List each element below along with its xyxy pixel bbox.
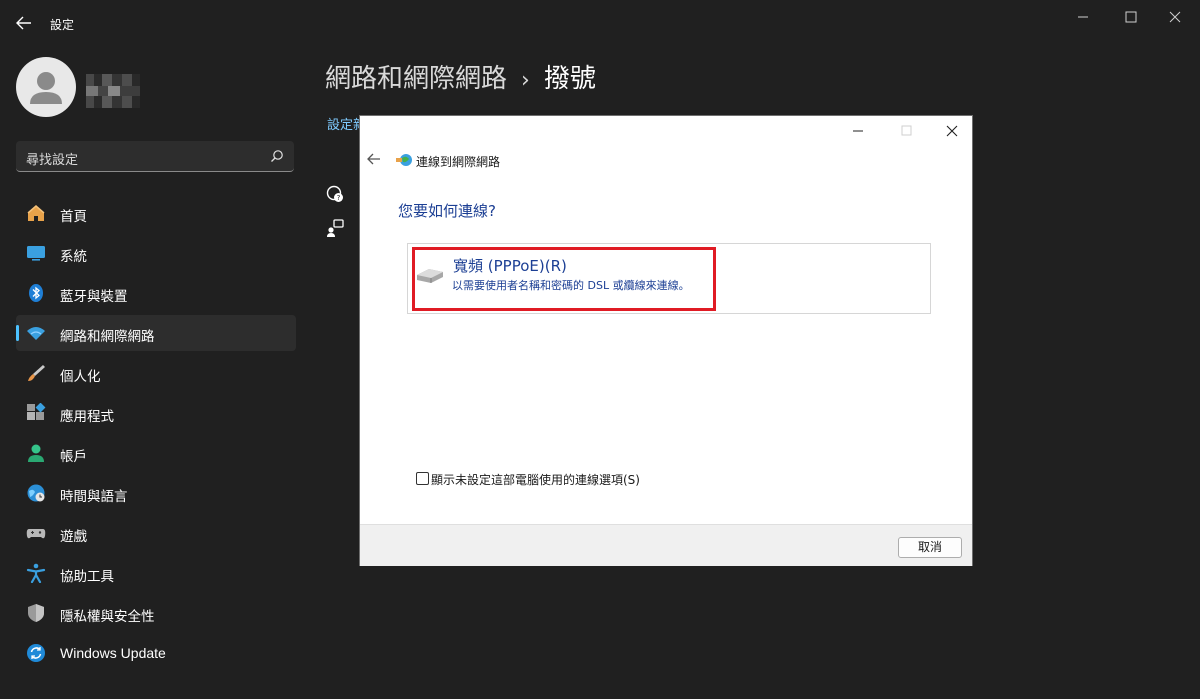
sidebar-item-privacy[interactable]: 隱私權與安全性 (16, 595, 296, 631)
svg-text:?: ? (337, 194, 341, 202)
pppoe-option-title[interactable]: 寬頻 (PPPoE)(R) (453, 255, 567, 276)
sidebar-item-label: 隱私權與安全性 (60, 609, 155, 625)
breadcrumb: 網路和網際網路 › 撥號 (325, 58, 596, 95)
dialog-title: 連線到網際網路 (416, 155, 501, 169)
sidebar-item-label: 網路和網際網路 (60, 329, 155, 345)
sidebar-item-label: 個人化 (60, 369, 101, 385)
page-title: 撥號 (543, 64, 596, 94)
search-input[interactable]: 尋找設定 (16, 141, 294, 172)
help-icon[interactable]: ? (325, 184, 345, 204)
sidebar-item-label: 遊戲 (60, 529, 87, 545)
maximize-icon[interactable] (1116, 6, 1146, 28)
account-icon (28, 444, 44, 462)
show-unconfigured-checkbox[interactable] (416, 472, 429, 485)
dialog-maximize-icon (901, 125, 912, 136)
back-arrow-icon[interactable] (14, 12, 34, 34)
home-icon (27, 205, 45, 221)
system-icon (27, 246, 45, 261)
sidebar-item-accounts[interactable]: 帳戶 (16, 435, 296, 471)
update-icon (27, 644, 45, 662)
sidebar-item-network[interactable]: 網路和網際網路 (16, 315, 296, 351)
minimize-icon[interactable] (1068, 6, 1098, 28)
dialog-minimize-icon[interactable] (848, 122, 868, 140)
accessibility-icon (26, 563, 46, 583)
sidebar-item-windows-update[interactable]: Windows Update (16, 635, 296, 671)
checkbox-label[interactable]: 顯示未設定這部電腦使用的連線選項(S) (431, 471, 640, 488)
app-title: 設定 (50, 18, 75, 32)
dialog-question: 您要如何連線? (398, 202, 496, 220)
sidebar-item-label: 系統 (60, 249, 87, 265)
gamepad-icon (26, 529, 46, 539)
sidebar-item-label: 應用程式 (60, 409, 114, 425)
user-avatar-icon (30, 72, 62, 104)
sidebar-item-label: 協助工具 (60, 569, 114, 585)
connect-dialog: 連線到網際網路 您要如何連線? 寬頻 (PPPoE)(R) 以需要使用者名稱和密… (359, 115, 973, 566)
apps-icon (27, 403, 46, 420)
sidebar-item-gaming[interactable]: 遊戲 (16, 515, 296, 551)
sidebar-item-home[interactable]: 首頁 (16, 195, 296, 231)
search-placeholder: 尋找設定 (26, 153, 79, 168)
sidebar-item-time-language[interactable]: 時間與語言 (16, 475, 296, 511)
user-email-blurred (86, 86, 140, 96)
cancel-button[interactable]: 取消 (898, 537, 962, 558)
close-icon[interactable] (1160, 6, 1190, 28)
feedback-icon[interactable] (325, 218, 345, 238)
dialog-close-icon[interactable] (942, 122, 962, 140)
network-globe-icon (396, 154, 412, 166)
sidebar-item-label: 時間與語言 (60, 489, 128, 505)
title-bar: 設定 (0, 0, 1200, 48)
dialog-back-icon[interactable] (366, 152, 382, 166)
dialog-footer: 取消 (360, 524, 972, 566)
bluetooth-icon (29, 284, 43, 302)
shield-icon (28, 604, 44, 622)
breadcrumb-parent[interactable]: 網路和網際網路 (325, 64, 507, 94)
active-indicator (16, 325, 19, 341)
pppoe-option-description[interactable]: 以需要使用者名稱和密碼的 DSL 或纜線來連線。 (452, 277, 690, 293)
sidebar-item-personalization[interactable]: 個人化 (16, 355, 296, 391)
brush-icon (28, 365, 45, 381)
avatar[interactable] (16, 57, 76, 117)
sidebar-item-bluetooth[interactable]: 藍牙與裝置 (16, 275, 296, 311)
sidebar-item-accessibility[interactable]: 協助工具 (16, 555, 296, 591)
sidebar-item-label: 藍牙與裝置 (60, 289, 128, 305)
wifi-icon (27, 327, 45, 340)
time-language-icon (27, 484, 45, 502)
modem-icon[interactable] (415, 266, 445, 284)
sidebar-item-apps[interactable]: 應用程式 (16, 395, 296, 431)
breadcrumb-separator: › (521, 68, 530, 93)
sidebar-item-label: 首頁 (60, 209, 87, 225)
sidebar-item-label: 帳戶 (60, 449, 87, 465)
search-icon[interactable] (270, 149, 284, 163)
sidebar-item-system[interactable]: 系統 (16, 235, 296, 271)
sidebar-item-label: Windows Update (60, 645, 166, 661)
